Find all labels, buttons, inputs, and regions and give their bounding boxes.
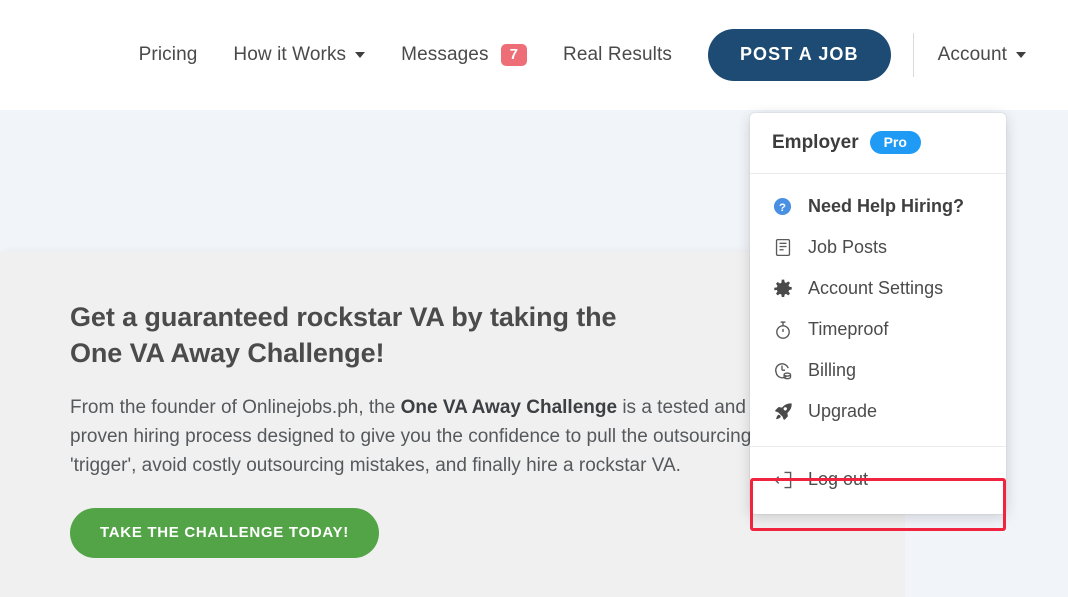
- nav-item-label: Messages: [401, 44, 488, 66]
- main-navigation: Pricing How it Works Messages 7 Real Res…: [0, 0, 1068, 110]
- question-circle-icon: ?: [772, 196, 793, 217]
- menu-item-billing[interactable]: Billing: [750, 350, 1006, 391]
- menu-item-account-settings[interactable]: Account Settings: [750, 268, 1006, 309]
- site-header: Pricing How it Works Messages 7 Real Res…: [0, 0, 1068, 110]
- menu-item-job-posts[interactable]: Job Posts: [750, 227, 1006, 268]
- menu-item-label: Need Help Hiring?: [808, 196, 964, 217]
- menu-item-label: Account Settings: [808, 278, 943, 299]
- account-dropdown-menu: Employer Pro ? Need Help Hiring?: [750, 113, 1006, 514]
- menu-item-label: Timeproof: [808, 319, 888, 340]
- nav-divider: [913, 33, 914, 77]
- hero-heading: Get a guaranteed rockstar VA by taking t…: [70, 300, 770, 372]
- plan-badge-pro: Pro: [870, 131, 921, 154]
- menu-item-need-help-hiring[interactable]: ? Need Help Hiring?: [750, 186, 1006, 227]
- menu-item-label: Billing: [808, 360, 856, 381]
- gear-icon: [772, 278, 793, 299]
- nav-item-label: Real Results: [563, 44, 672, 66]
- dropdown-group-session: Log out: [750, 446, 1006, 514]
- document-list-icon: [772, 237, 793, 258]
- nav-item-account[interactable]: Account: [938, 44, 1026, 66]
- nav-item-how-it-works[interactable]: How it Works: [233, 44, 365, 66]
- take-challenge-button[interactable]: TAKE THE CHALLENGE TODAY!: [70, 508, 379, 558]
- menu-item-log-out[interactable]: Log out: [750, 459, 1006, 500]
- nav-item-messages[interactable]: Messages 7: [401, 44, 527, 66]
- post-a-job-button[interactable]: POST A JOB: [708, 29, 891, 81]
- hero-body: From the founder of Onlinejobs.ph, the O…: [70, 394, 770, 481]
- messages-count-badge: 7: [501, 44, 527, 66]
- account-type-label: Employer: [772, 132, 859, 154]
- nav-item-label: How it Works: [233, 44, 346, 66]
- menu-item-label: Job Posts: [808, 237, 887, 258]
- hero-section: Get a guaranteed rockstar VA by taking t…: [70, 300, 770, 558]
- hero-body-prefix: From the founder of Onlinejobs.ph, the: [70, 397, 401, 418]
- svg-text:?: ?: [779, 202, 786, 214]
- nav-item-label: Account: [938, 44, 1007, 66]
- dropdown-group-main: ? Need Help Hiring? Job Posts: [750, 174, 1006, 446]
- rocket-icon: [772, 401, 793, 422]
- hero-heading-line2: One VA Away Challenge!: [70, 338, 384, 368]
- logout-icon: [772, 469, 793, 490]
- hero-heading-line1: Get a guaranteed rockstar VA by taking t…: [70, 302, 616, 332]
- nav-item-pricing[interactable]: Pricing: [139, 44, 198, 66]
- menu-item-upgrade[interactable]: Upgrade: [750, 391, 1006, 432]
- chevron-down-icon: [355, 52, 365, 58]
- dropdown-header: Employer Pro: [750, 113, 1006, 174]
- chevron-down-icon: [1016, 52, 1026, 58]
- page-root: Get a guaranteed rockstar VA by taking t…: [0, 0, 1068, 597]
- nav-item-label: Pricing: [139, 44, 198, 66]
- menu-item-timeproof[interactable]: Timeproof: [750, 309, 1006, 350]
- menu-item-label: Upgrade: [808, 401, 877, 422]
- nav-item-real-results[interactable]: Real Results: [563, 44, 672, 66]
- hero-body-bold: One VA Away Challenge: [401, 397, 617, 418]
- billing-coin-icon: [772, 360, 793, 381]
- menu-item-label: Log out: [808, 469, 868, 490]
- stopwatch-icon: [772, 319, 793, 340]
